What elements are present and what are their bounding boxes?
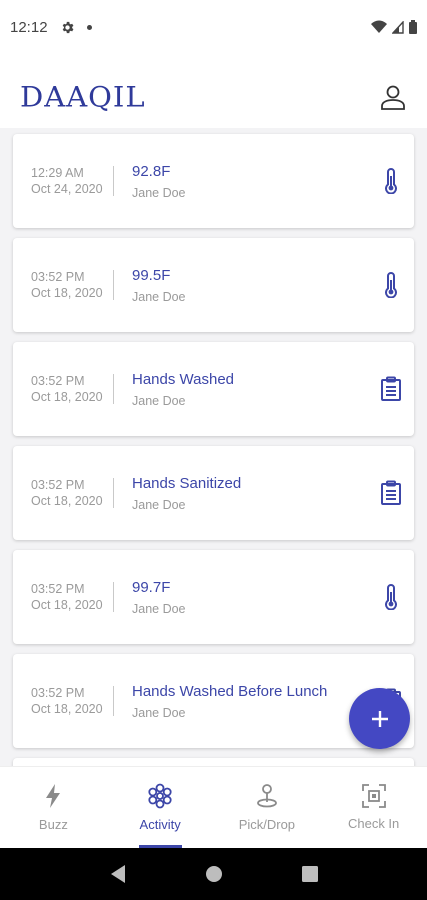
activity-date: Oct 18, 2020 [31,390,103,404]
clipboard-icon [380,480,402,506]
nav-label: Activity [139,817,181,832]
notification-dot-icon [86,24,92,30]
activity-person: Jane Doe [132,289,186,304]
nav-label: Buzz [38,817,68,832]
back-icon[interactable] [109,864,127,884]
home-icon[interactable] [205,865,223,883]
activity-person: Jane Doe [132,705,186,720]
location-pin-icon [256,784,277,808]
activity-card[interactable]: 03:52 PM Oct 18, 2020 99.5F Jane Doe [13,238,414,332]
thermometer-icon [380,584,402,611]
app-header: DAAQIL [0,60,427,134]
activity-person: Jane Doe [132,185,186,200]
divider [113,166,114,196]
wifi-icon [371,20,387,33]
divider [113,374,114,404]
signal-icon [392,20,404,34]
activity-title: 99.5F [132,266,171,284]
gear-icon [62,21,73,33]
activity-list[interactable]: 12:29 AM Oct 24, 2020 92.8F Jane Doe 03:52 P… [0,128,427,766]
status-icons [371,20,417,34]
activity-timestamp: 03:52 PM Oct 18, 2020 [13,685,113,717]
thermometer-icon [380,168,402,195]
nav-item-check-in[interactable]: Check In [320,767,427,848]
plus-icon [371,710,388,727]
activity-info: 99.7F Jane Doe [132,579,380,616]
activity-info: Hands Washed Jane Doe [132,371,380,408]
activity-title: 92.8F [132,162,171,180]
divider [113,478,114,508]
nav-label: Check In [347,816,400,831]
recents-icon[interactable] [301,866,318,882]
activity-card[interactable]: 03:52 PM Oct 18, 2020 99.7F Jane Doe [13,550,414,644]
activity-title: 99.7F [132,578,171,596]
system-navigation-bar [0,848,427,900]
nav-label: Pick/Drop [238,817,296,832]
clipboard-icon [380,376,402,402]
activity-icon [148,783,172,809]
app-logo: DAAQIL [20,80,146,114]
activity-timestamp: 03:52 PM Oct 18, 2020 [13,581,113,613]
bottom-navigation: Buzz Activity Pick/Drop Check In [0,766,427,848]
add-activity-button[interactable] [349,688,410,749]
activity-info: 99.5F Jane Doe [132,267,380,304]
status-time: 12:12 [10,18,48,36]
activity-time: 12:29 AM [31,166,84,180]
activity-date: Oct 18, 2020 [31,702,103,716]
activity-person: Jane Doe [132,601,186,616]
activity-card-partial[interactable] [13,758,414,766]
activity-person: Jane Doe [132,497,186,512]
activity-date: Oct 24, 2020 [31,182,103,196]
thermometer-icon [380,272,402,299]
battery-icon [409,20,417,34]
activity-card[interactable]: 12:29 AM Oct 24, 2020 92.8F Jane Doe [13,134,414,228]
activity-person: Jane Doe [132,393,186,408]
activity-info: Hands Washed Before Lunch Jane Doe [132,683,380,720]
activity-timestamp: 03:52 PM Oct 18, 2020 [13,269,113,301]
activity-timestamp: 03:52 PM Oct 18, 2020 [13,477,113,509]
activity-time: 03:52 PM [31,478,85,492]
activity-title: Hands Sanitized [132,474,242,492]
activity-time: 03:52 PM [31,270,85,284]
lightning-icon [46,784,61,808]
activity-title: Hands Washed [132,370,234,388]
activity-info: 92.8F Jane Doe [132,163,380,200]
nav-item-activity[interactable]: Activity [107,767,214,848]
account-icon[interactable] [379,83,407,111]
divider [113,582,114,612]
activity-title: Hands Washed Before Lunch [132,682,328,700]
qr-scan-icon [361,784,386,808]
activity-date: Oct 18, 2020 [31,286,103,300]
activity-time: 03:52 PM [31,582,85,596]
status-bar: 12:12 [0,0,427,54]
nav-item-pick-drop[interactable]: Pick/Drop [214,767,321,848]
activity-time: 03:52 PM [31,374,85,388]
activity-card[interactable]: 03:52 PM Oct 18, 2020 Hands Washed Jane Doe [13,342,414,436]
divider [113,686,114,716]
activity-time: 03:52 PM [31,686,85,700]
activity-date: Oct 18, 2020 [31,598,103,612]
activity-info: Hands Sanitized Jane Doe [132,475,380,512]
activity-card[interactable]: 03:52 PM Oct 18, 2020 Hands Sanitized Jane … [13,446,414,540]
activity-timestamp: 03:52 PM Oct 18, 2020 [13,373,113,405]
divider [113,270,114,300]
activity-timestamp: 12:29 AM Oct 24, 2020 [13,165,113,197]
activity-date: Oct 18, 2020 [31,494,103,508]
nav-item-buzz[interactable]: Buzz [0,767,107,848]
